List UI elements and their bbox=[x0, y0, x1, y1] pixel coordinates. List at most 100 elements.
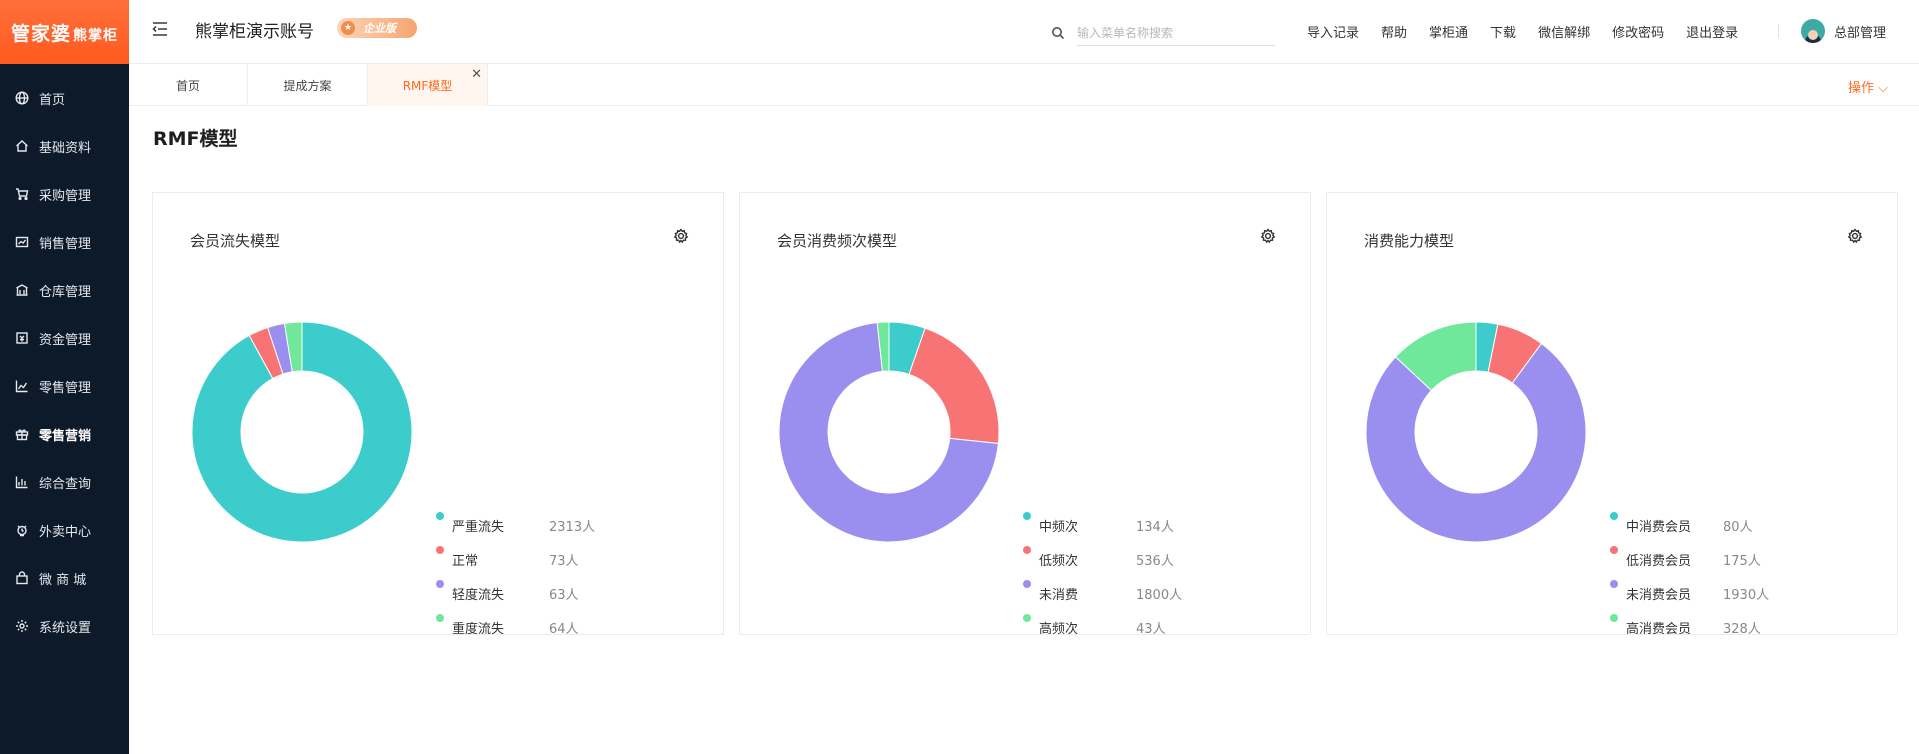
sidebar-item-label: 资金管理 bbox=[39, 332, 92, 348]
legend-value: 43人 bbox=[1136, 621, 1166, 635]
legend-item[interactable]: 轻度流失 63人 bbox=[436, 576, 595, 610]
legend-dot bbox=[1023, 580, 1031, 588]
sidebar-item-home[interactable]: 首页 bbox=[0, 74, 129, 122]
sidebar-item-label: 综合查询 bbox=[39, 476, 92, 492]
sidebar-item-purchase[interactable]: 采购管理 bbox=[0, 170, 129, 218]
tab-rmf-model[interactable]: RMF模型 ✕ bbox=[368, 64, 488, 106]
legend-value: 1800人 bbox=[1136, 587, 1183, 603]
account-name: 熊掌柜演示账号 bbox=[195, 22, 314, 42]
logo-sub: 熊掌柜 bbox=[73, 27, 118, 44]
user-menu[interactable]: 总部管理 bbox=[1801, 19, 1886, 43]
logo[interactable]: 管家婆 熊掌柜 bbox=[0, 0, 129, 64]
chart-card-churn: 会员流失模型 严重流失 2313人 正常 73人 轻度流失 63人 重度流失 64人 bbox=[152, 192, 724, 635]
legend-item[interactable]: 严重流失 2313人 bbox=[436, 508, 595, 542]
legend-item[interactable]: 正常 73人 bbox=[436, 542, 595, 576]
chart-legend: 中消费会员 80人 低消费会员 175人 未消费会员 1930人 高消费会员 328人 bbox=[1610, 508, 1769, 635]
sidebar-item-settings[interactable]: 系统设置 bbox=[0, 602, 129, 650]
sidebar-item-label: 采购管理 bbox=[39, 188, 92, 204]
sales-icon bbox=[15, 235, 29, 249]
legend-value: 175人 bbox=[1723, 553, 1761, 569]
link-wechat-unbind[interactable]: 微信解绑 bbox=[1538, 22, 1590, 41]
legend-value: 1930人 bbox=[1723, 587, 1770, 603]
sidebar-item-label: 销售管理 bbox=[39, 236, 92, 252]
sidebar-item-label: 系统设置 bbox=[39, 620, 92, 636]
sidebar-item-fund[interactable]: 资金管理 bbox=[0, 314, 129, 362]
page-tabs: 首页 提成方案 RMF模型 ✕ 操作 ⌵ bbox=[129, 64, 1919, 106]
star-icon: ★ bbox=[341, 21, 355, 35]
legend-item[interactable]: 未消费会员 1930人 bbox=[1610, 576, 1769, 610]
menu-search bbox=[1051, 20, 1275, 46]
legend-label: 严重流失 bbox=[452, 519, 505, 535]
tab-label: RMF模型 bbox=[402, 78, 453, 93]
warehouse-icon bbox=[15, 283, 29, 297]
legend-dot bbox=[1610, 614, 1618, 622]
sidebar-item-label: 外卖中心 bbox=[39, 524, 92, 540]
legend-value: 134人 bbox=[1136, 519, 1174, 535]
legend-dot bbox=[436, 546, 444, 554]
legend-label: 低频次 bbox=[1039, 553, 1079, 569]
search-input[interactable] bbox=[1077, 20, 1275, 46]
sidebar-item-mini-mall[interactable]: 微 商 城 bbox=[0, 554, 129, 602]
legend-label: 高频次 bbox=[1039, 621, 1079, 635]
sidebar-item-label: 零售管理 bbox=[39, 380, 92, 396]
sidebar-item-label: 仓库管理 bbox=[39, 284, 92, 300]
donut-chart bbox=[191, 321, 413, 543]
legend-label: 未消费会员 bbox=[1626, 587, 1692, 603]
user-name: 总部管理 bbox=[1834, 25, 1887, 41]
sidebar-item-sales[interactable]: 销售管理 bbox=[0, 218, 129, 266]
settings-gear-icon[interactable] bbox=[673, 228, 689, 244]
link-logout[interactable]: 退出登录 bbox=[1686, 22, 1738, 41]
chart-icon bbox=[15, 379, 29, 393]
donut-chart bbox=[778, 321, 1000, 543]
legend-item[interactable]: 高频次 43人 bbox=[1023, 610, 1182, 635]
link-download[interactable]: 下载 bbox=[1490, 22, 1516, 41]
legend-dot bbox=[1023, 512, 1031, 520]
legend-label: 高消费会员 bbox=[1626, 621, 1692, 635]
avatar-figure bbox=[1808, 30, 1818, 40]
card-title: 会员消费频次模型 bbox=[777, 232, 898, 250]
legend-item[interactable]: 未消费 1800人 bbox=[1023, 576, 1182, 610]
legend-item[interactable]: 低频次 536人 bbox=[1023, 542, 1182, 576]
delivery-icon bbox=[15, 523, 29, 537]
link-zhangguitong[interactable]: 掌柜通 bbox=[1429, 22, 1468, 41]
sidebar-item-query[interactable]: 综合查询 bbox=[0, 458, 129, 506]
tab-home[interactable]: 首页 bbox=[129, 64, 248, 106]
settings-gear-icon[interactable] bbox=[1847, 228, 1863, 244]
legend-value: 536人 bbox=[1136, 553, 1174, 569]
donut-segment-1[interactable] bbox=[908, 327, 1000, 445]
search-icon[interactable] bbox=[1051, 26, 1065, 40]
gift-icon bbox=[15, 427, 29, 441]
legend-dot bbox=[436, 614, 444, 622]
legend-item[interactable]: 高消费会员 328人 bbox=[1610, 610, 1769, 635]
legend-value: 80人 bbox=[1723, 519, 1753, 535]
close-icon[interactable]: ✕ bbox=[471, 67, 482, 82]
settings-gear-icon[interactable] bbox=[1260, 228, 1276, 244]
legend-dot bbox=[1023, 546, 1031, 554]
sidebar-item-retail[interactable]: 零售管理 bbox=[0, 362, 129, 410]
legend-item[interactable]: 中消费会员 80人 bbox=[1610, 508, 1769, 542]
sidebar-item-retail-marketing[interactable]: 零售营销 bbox=[0, 410, 129, 458]
menu-toggle-icon[interactable] bbox=[151, 20, 169, 38]
legend-item[interactable]: 中频次 134人 bbox=[1023, 508, 1182, 542]
card-title: 消费能力模型 bbox=[1364, 232, 1455, 250]
link-import-records[interactable]: 导入记录 bbox=[1307, 22, 1359, 41]
legend-label: 轻度流失 bbox=[452, 587, 505, 603]
legend-item[interactable]: 重度流失 64人 bbox=[436, 610, 595, 635]
donut-segment-2[interactable] bbox=[1365, 342, 1587, 543]
sidebar-item-warehouse[interactable]: 仓库管理 bbox=[0, 266, 129, 314]
sidebar-item-basic-data[interactable]: 基础资料 bbox=[0, 122, 129, 170]
tab-commission-plan[interactable]: 提成方案 bbox=[248, 64, 368, 106]
card-title: 会员流失模型 bbox=[190, 232, 281, 250]
legend-item[interactable]: 低消费会员 175人 bbox=[1610, 542, 1769, 576]
legend-label: 重度流失 bbox=[452, 621, 505, 635]
legend-value: 328人 bbox=[1723, 621, 1761, 635]
logo-main: 管家婆 bbox=[10, 22, 71, 45]
link-help[interactable]: 帮助 bbox=[1381, 22, 1407, 41]
edition-badge-label: 企业版 bbox=[363, 22, 396, 35]
sidebar-item-delivery[interactable]: 外卖中心 bbox=[0, 506, 129, 554]
legend-label: 低消费会员 bbox=[1626, 553, 1692, 569]
legend-label: 未消费 bbox=[1039, 587, 1079, 603]
link-change-password[interactable]: 修改密码 bbox=[1612, 22, 1664, 41]
sidebar-item-label: 首页 bbox=[39, 92, 66, 108]
operations-dropdown[interactable]: 操作 ⌵ bbox=[1848, 77, 1888, 96]
